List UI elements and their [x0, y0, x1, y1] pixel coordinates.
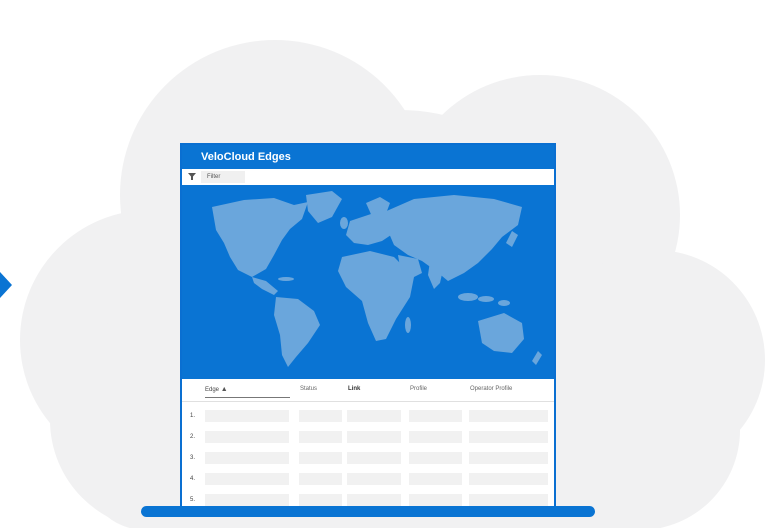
operator-profile-cell	[469, 410, 548, 422]
row-number: 1.	[190, 413, 196, 419]
table-header: Edge ▲ Status Link Profile Operator Prof…	[182, 379, 554, 402]
link-cell	[347, 452, 401, 464]
operator-profile-cell	[469, 494, 548, 506]
row-number: 3.	[190, 455, 196, 461]
status-cell	[299, 494, 342, 506]
link-cell	[347, 410, 401, 422]
edge-cell	[205, 473, 289, 485]
status-cell	[299, 473, 342, 485]
column-header-operator-profile[interactable]: Operator Profile	[470, 386, 512, 392]
funnel-icon[interactable]	[188, 173, 196, 180]
world-map[interactable]	[182, 185, 554, 379]
panel-title: VeloCloud Edges	[182, 145, 554, 169]
link-cell	[347, 431, 401, 443]
operator-profile-cell	[469, 473, 548, 485]
chevron-right-icon[interactable]	[0, 272, 12, 298]
row-number: 5.	[190, 497, 196, 503]
sort-up-icon: ▲	[220, 386, 228, 393]
column-header-link[interactable]: Link	[348, 386, 360, 392]
column-header-edge[interactable]: Edge ▲	[205, 386, 290, 398]
profile-cell	[409, 494, 462, 506]
row-number: 2.	[190, 434, 196, 440]
table-row[interactable]: 4.	[182, 473, 554, 487]
profile-cell	[409, 431, 462, 443]
link-cell	[347, 494, 401, 506]
edge-cell	[205, 452, 289, 464]
edge-cell	[205, 431, 289, 443]
row-number: 4.	[190, 476, 196, 482]
link-cell	[347, 473, 401, 485]
table-row[interactable]: 3.	[182, 452, 554, 466]
filter-button[interactable]: Filter	[201, 171, 245, 183]
table-row[interactable]: 2.	[182, 431, 554, 445]
column-label-edge: Edge	[205, 387, 220, 393]
table-row[interactable]: 1.	[182, 410, 554, 424]
operator-profile-cell	[469, 431, 548, 443]
profile-cell	[409, 452, 462, 464]
filter-bar: Filter	[182, 169, 554, 185]
world-map-graphic	[212, 191, 542, 367]
laptop-base	[141, 506, 595, 517]
edge-cell	[205, 494, 289, 506]
column-header-profile[interactable]: Profile	[410, 386, 427, 392]
column-header-status[interactable]: Status	[300, 386, 317, 392]
edge-cell	[205, 410, 289, 422]
status-cell	[299, 410, 342, 422]
status-cell	[299, 431, 342, 443]
profile-cell	[409, 410, 462, 422]
status-cell	[299, 452, 342, 464]
velocloud-edges-panel: VeloCloud Edges Filter Edge ▲ Status Lin…	[180, 143, 556, 507]
profile-cell	[409, 473, 462, 485]
operator-profile-cell	[469, 452, 548, 464]
